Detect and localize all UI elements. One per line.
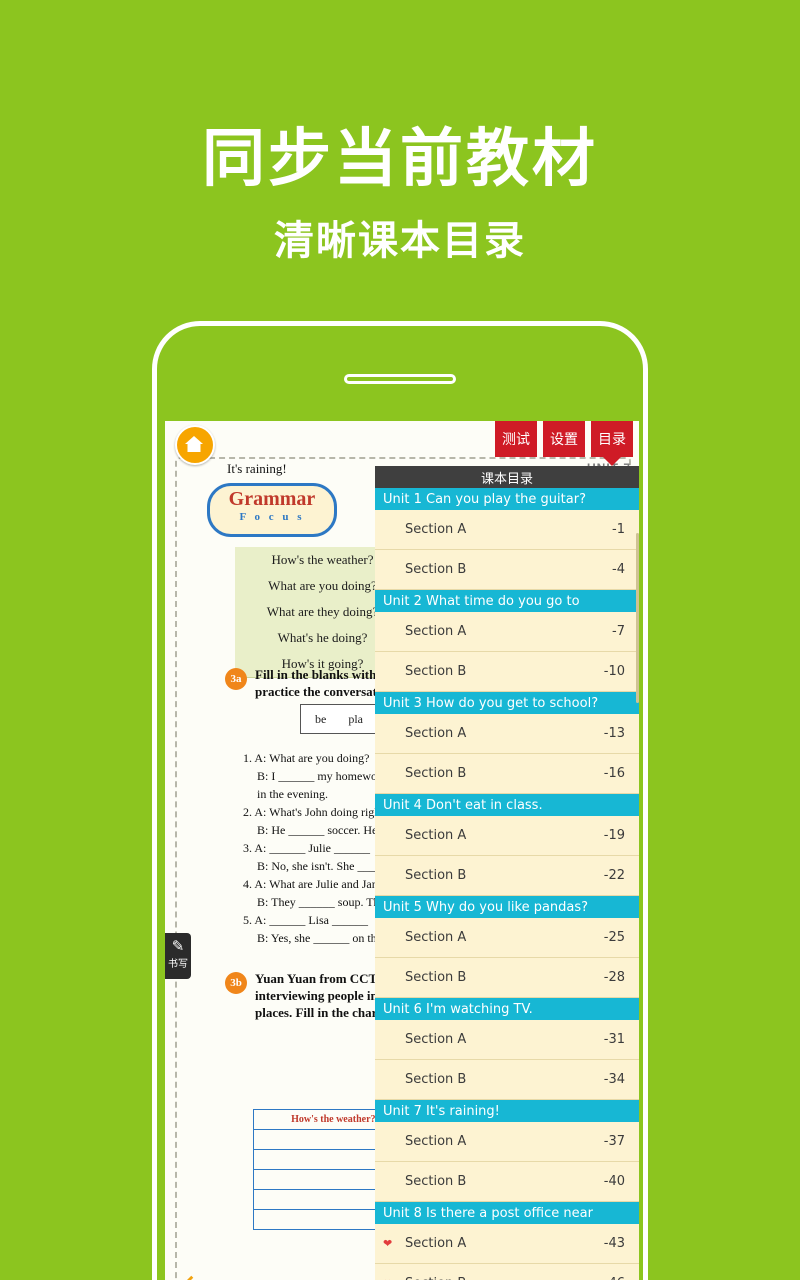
catalog-button[interactable]: 目录 xyxy=(591,421,633,466)
favorite-heart-icon: ❤ xyxy=(383,1237,393,1250)
page-title: 同步当前教材 xyxy=(202,122,598,195)
grammar-subtitle: F o c u s xyxy=(239,511,305,523)
catalog-section-label: Section A xyxy=(405,1134,467,1149)
catalog-unit-row[interactable]: Unit 1 Can you play the guitar? xyxy=(375,488,639,510)
catalog-unit-row[interactable]: Unit 5 Why do you like pandas? xyxy=(375,896,639,918)
catalog-section-page: -13 xyxy=(603,726,625,741)
catalog-section-label: Section A xyxy=(405,522,467,537)
word-bank-item: be xyxy=(315,711,327,726)
catalog-section-row[interactable]: Section B -28 xyxy=(375,958,639,998)
catalog-section-label: Section B xyxy=(405,562,467,577)
top-toolbar: 测试 设置 目录 xyxy=(495,421,633,466)
catalog-panel: 课本目录 Unit 1 Can you play the guitar? Sect… xyxy=(375,466,639,1280)
catalog-section-page: -22 xyxy=(603,868,625,883)
page-subtitle: 清晰课本目录 xyxy=(274,218,526,264)
catalog-section-row[interactable]: Section A -19 xyxy=(375,816,639,856)
catalog-section-row[interactable]: Section A -7 xyxy=(375,612,639,652)
catalog-section-label: Section B xyxy=(405,1276,466,1280)
test-button[interactable]: 测试 xyxy=(495,421,537,457)
catalog-section-row[interactable]: Section B -40 xyxy=(375,1162,639,1202)
catalog-list: Unit 1 Can you play the guitar? Section A… xyxy=(375,488,639,1280)
catalog-unit-row[interactable]: Unit 7 It's raining! xyxy=(375,1100,639,1122)
catalog-unit-row[interactable]: Unit 6 I'm watching TV. xyxy=(375,998,639,1020)
catalog-section-row[interactable]: Section A -37 xyxy=(375,1122,639,1162)
catalog-section-label: Section A xyxy=(405,1032,467,1047)
task-number: 3b xyxy=(225,972,247,994)
catalog-section-label: Section B xyxy=(405,766,467,781)
question-line: 3. A: ______ Julie ______ xyxy=(243,841,371,855)
catalog-section-row[interactable]: Section B -22 xyxy=(375,856,639,896)
write-tool-button[interactable]: ✎ 书写 xyxy=(165,933,191,979)
catalog-section-row[interactable]: ❤ Section A -43 xyxy=(375,1224,639,1264)
catalog-section-label: Section B xyxy=(405,970,467,985)
catalog-section-row[interactable]: Section B -34 xyxy=(375,1060,639,1100)
catalog-section-label: Section B xyxy=(405,868,467,883)
catalog-section-page: -43 xyxy=(603,1236,625,1251)
question-line: B: They ______ soup. Th xyxy=(257,895,380,909)
catalog-section-row[interactable]: Section A -13 xyxy=(375,714,639,754)
catalog-section-page: -19 xyxy=(603,828,625,843)
catalog-section-row[interactable]: Section A -25 xyxy=(375,918,639,958)
catalog-section-row[interactable]: Section B -16 xyxy=(375,754,639,794)
catalog-section-page: -31 xyxy=(603,1032,625,1047)
catalog-section-page: -28 xyxy=(603,970,625,985)
task-number: 3a xyxy=(225,668,247,690)
question-line: B: I ______ my homewo xyxy=(257,769,377,783)
catalog-section-page: -1 xyxy=(612,522,625,537)
catalog-section-label: Section B xyxy=(405,1072,467,1087)
catalog-unit-row[interactable]: Unit 8 Is there a post office near xyxy=(375,1202,639,1224)
catalog-section-label: Section B xyxy=(405,664,467,679)
word-bank-item: pla xyxy=(348,711,363,726)
catalog-scrollbar[interactable] xyxy=(636,533,639,703)
question-line: 2. A: What's John doing righ xyxy=(243,805,381,819)
write-tool-label: 书写 xyxy=(168,959,188,970)
catalog-section-row[interactable]: Section B -4 xyxy=(375,550,639,590)
question-line: 5. A: ______ Lisa ______ xyxy=(243,913,368,927)
catalog-section-row[interactable]: ❤Section B-46 xyxy=(375,1264,639,1280)
question-line: B: No, she isn't. She ___ xyxy=(257,859,376,873)
phone-screen: It's raining! UNIT 7 Grammar F o c u s H… xyxy=(165,421,639,1280)
question-line: B: He ______ soccer. He xyxy=(257,823,378,837)
question-line: in the evening. xyxy=(257,787,328,801)
catalog-section-label: Section A xyxy=(405,930,467,945)
catalog-section-label: Section A xyxy=(405,1236,467,1251)
question-line: B: Yes, she ______ on th xyxy=(257,931,377,945)
phone-speaker xyxy=(344,374,456,384)
catalog-title: 课本目录 xyxy=(375,466,639,488)
home-glyph xyxy=(185,436,203,452)
phone-mockup: It's raining! UNIT 7 Grammar F o c u s H… xyxy=(152,321,648,1280)
catalog-unit-row[interactable]: Unit 2 What time do you go to xyxy=(375,590,639,612)
catalog-section-page: -37 xyxy=(603,1134,625,1149)
home-icon[interactable] xyxy=(175,425,215,465)
catalog-unit-row[interactable]: Unit 4 Don't eat in class. xyxy=(375,794,639,816)
catalog-section-label: Section A xyxy=(405,726,467,741)
catalog-section-page: -7 xyxy=(612,624,625,639)
catalog-section-page: -10 xyxy=(603,664,625,679)
catalog-section-page: -40 xyxy=(603,1174,625,1189)
catalog-section-page: -4 xyxy=(612,562,625,577)
catalog-section-label: Section A xyxy=(405,828,467,843)
catalog-section-page: -25 xyxy=(603,930,625,945)
catalog-section-row[interactable]: Section A -31 xyxy=(375,1020,639,1060)
pen-icon: ✎ xyxy=(171,937,185,955)
catalog-section-page: -34 xyxy=(603,1072,625,1087)
grammar-focus-box: Grammar F o c u s xyxy=(207,483,337,537)
page-topic: It's raining! xyxy=(227,461,287,476)
catalog-section-label: Section A xyxy=(405,624,467,639)
catalog-unit-row[interactable]: Unit 3 How do you get to school? xyxy=(375,692,639,714)
question-line: 1. A: What are you doing? xyxy=(243,751,370,765)
promo-page: 同步当前教材 清晰课本目录 It's raining! UNIT 7 Gramm… xyxy=(0,0,800,1280)
catalog-section-page: -46 xyxy=(604,1276,625,1280)
catalog-section-row[interactable]: Section B -10 xyxy=(375,652,639,692)
settings-button[interactable]: 设置 xyxy=(543,421,585,457)
back-arrow-icon[interactable]: ↰ xyxy=(179,1273,208,1280)
grammar-title: Grammar xyxy=(228,488,316,510)
catalog-section-label: Section B xyxy=(405,1174,467,1189)
question-line: 4. A: What are Julie and Jane xyxy=(243,877,384,891)
catalog-section-page: -16 xyxy=(603,766,625,781)
catalog-section-row[interactable]: Section A -1 xyxy=(375,510,639,550)
